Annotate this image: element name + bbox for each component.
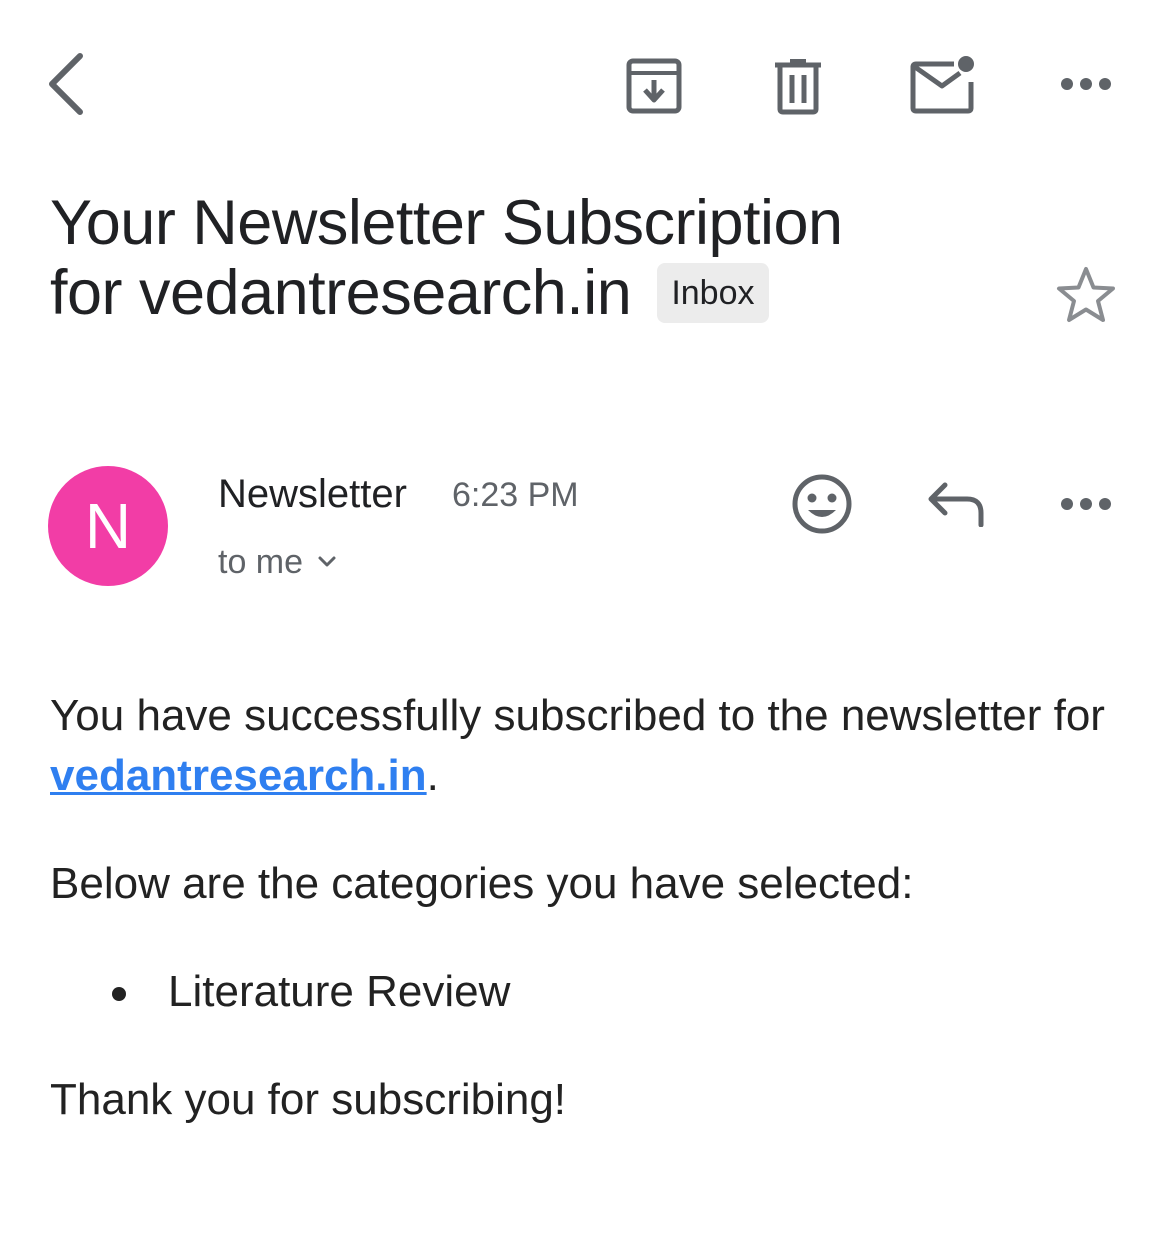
mail-unread-icon <box>910 56 974 114</box>
archive-icon <box>626 58 682 114</box>
body-paragraph-1-end: . <box>426 751 439 800</box>
subject-line-2: for vedantresearch.in <box>50 258 632 328</box>
email-subject: Your Newsletter Subscription for vedantr… <box>50 188 1010 328</box>
subject-line-2-row: for vedantresearch.in Inbox <box>50 258 1010 328</box>
chevron-down-icon <box>317 555 337 569</box>
sender-name[interactable]: Newsletter <box>218 470 407 518</box>
recipient-details-toggle[interactable]: to me <box>218 540 337 584</box>
body-paragraph-1-text: You have successfully subscribed to the … <box>50 691 1105 740</box>
list-item: Literature Review <box>112 962 510 1022</box>
recipient-label: to me <box>218 543 304 581</box>
sent-time: 6:23 PM <box>452 476 579 514</box>
website-link[interactable]: vedantresearch.in <box>50 751 427 800</box>
bullet-icon <box>112 987 126 1001</box>
smiley-icon <box>792 474 852 534</box>
delete-button[interactable] <box>758 48 838 124</box>
subject-line-1: Your Newsletter Subscription <box>50 188 843 258</box>
chevron-left-icon <box>49 53 83 115</box>
inbox-label-chip[interactable]: Inbox <box>657 263 769 323</box>
archive-button[interactable] <box>614 48 694 124</box>
category-label: Literature Review <box>168 967 511 1016</box>
body-paragraph-thanks: Thank you for subscribing! <box>50 1075 567 1124</box>
star-icon <box>1057 267 1115 322</box>
sender-avatar[interactable]: N <box>48 466 168 586</box>
category-list: Literature Review <box>112 962 510 1022</box>
back-button[interactable] <box>30 44 102 124</box>
star-button[interactable] <box>1052 262 1120 328</box>
more-horizontal-icon <box>1061 498 1111 510</box>
reply-button[interactable] <box>918 474 994 534</box>
more-options-button[interactable] <box>1048 54 1124 114</box>
message-more-options-button[interactable] <box>1048 474 1124 534</box>
email-view: Your Newsletter Subscription for vedantr… <box>0 0 1170 1238</box>
add-reaction-button[interactable] <box>786 468 858 540</box>
top-toolbar <box>0 0 1170 170</box>
more-horizontal-icon <box>1061 78 1111 90</box>
reply-icon <box>928 482 984 527</box>
body-paragraph-subscribed: You have successfully subscribed to the … <box>50 686 1130 806</box>
trash-icon <box>775 59 821 115</box>
mark-unread-button[interactable] <box>898 44 988 124</box>
body-paragraph-categories-intro: Below are the categories you have select… <box>50 859 914 908</box>
